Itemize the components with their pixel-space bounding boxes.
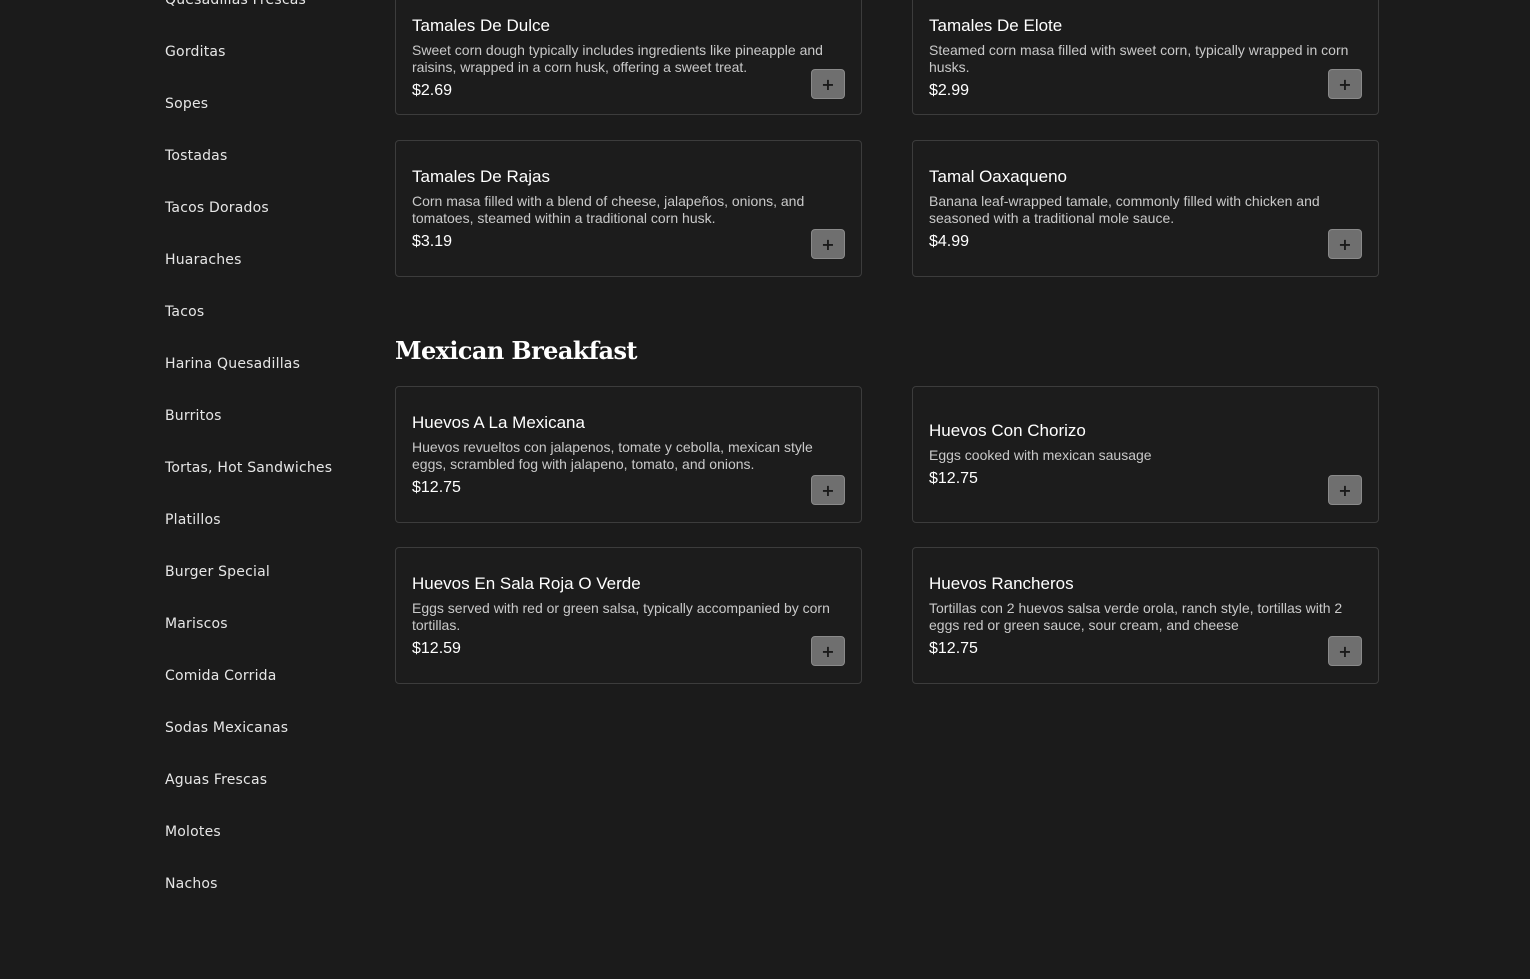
item-description: Eggs cooked with mexican sausage	[929, 447, 1152, 463]
add-item-button[interactable]: +	[1328, 636, 1362, 666]
item-description: Steamed corn masa filled with sweet corn…	[929, 41, 1349, 75]
plus-icon: +	[821, 74, 835, 94]
menu-item-card[interactable]: Huevos Rancheros Tortillas con 2 huevos …	[912, 547, 1379, 684]
sidebar-item-comida-corrida[interactable]: Comida Corrida	[165, 650, 375, 702]
item-price: $2.69	[412, 81, 453, 99]
sidebar-item-platillos[interactable]: Platillos	[165, 494, 375, 546]
sidebar-item-sopes[interactable]: Sopes	[165, 78, 375, 130]
item-title: Tamal Oaxaqueno	[929, 166, 1067, 186]
sidebar-item-burger-special[interactable]: Burger Special	[165, 546, 375, 598]
add-item-button[interactable]: +	[811, 475, 845, 505]
plus-icon: +	[821, 234, 835, 254]
sidebar-item-gorditas[interactable]: Gorditas	[165, 26, 375, 78]
sidebar-item-tacos-dorados[interactable]: Tacos Dorados	[165, 182, 375, 234]
item-title: Huevos Con Chorizo	[929, 421, 1086, 440]
menu-item-card[interactable]: Tamales De Elote Steamed corn masa fille…	[912, 0, 1379, 115]
item-description: Tortillas con 2 huevos salsa verde orola…	[929, 599, 1343, 633]
add-item-button[interactable]: +	[811, 69, 845, 99]
add-item-button[interactable]: +	[1328, 69, 1362, 99]
add-item-button[interactable]: +	[811, 229, 845, 259]
add-item-button[interactable]: +	[1328, 475, 1362, 505]
add-item-button[interactable]: +	[1328, 229, 1362, 259]
sidebar-item-quesadillas-frescas[interactable]: Quesadillas Frescas	[165, 0, 375, 26]
sidebar-item-mariscos[interactable]: Mariscos	[165, 598, 375, 650]
sidebar-item-molotes[interactable]: Molotes	[165, 806, 375, 858]
plus-icon: +	[821, 480, 835, 500]
item-title: Huevos A La Mexicana	[412, 412, 585, 432]
plus-icon: +	[821, 641, 835, 661]
item-description: Eggs served with red or green salsa, typ…	[412, 599, 830, 633]
sidebar-item-tacos[interactable]: Tacos	[165, 286, 375, 338]
item-description: Corn masa filled with a blend of cheese,…	[412, 192, 805, 226]
item-price: $4.99	[929, 232, 970, 250]
menu-item-card[interactable]: Huevos En Sala Roja O Verde Eggs served …	[395, 547, 862, 684]
sidebar-item-tortas-hot-sandwiches[interactable]: Tortas, Hot Sandwiches	[165, 442, 375, 494]
item-title: Huevos En Sala Roja O Verde	[412, 573, 641, 593]
plus-icon: +	[1338, 641, 1352, 661]
plus-icon: +	[1338, 74, 1352, 94]
category-sidebar: Quesadillas Frescas Gorditas Sopes Tosta…	[165, 0, 375, 910]
item-title: Tamales De Dulce	[412, 15, 550, 35]
plus-icon: +	[1338, 234, 1352, 254]
sidebar-item-sodas-mexicanas[interactable]: Sodas Mexicanas	[165, 702, 375, 754]
item-title: Tamales De Elote	[929, 15, 1063, 35]
menu-page: Quesadillas Frescas Gorditas Sopes Tosta…	[0, 0, 1530, 979]
item-price: $12.75	[929, 470, 978, 487]
menu-item-card[interactable]: Tamales De Dulce Sweet corn dough typica…	[395, 0, 862, 115]
plus-icon: +	[1338, 480, 1352, 500]
item-description: Huevos revueltos con jalapenos, tomate y…	[412, 438, 813, 472]
sidebar-item-harina-quesadillas[interactable]: Harina Quesadillas	[165, 338, 375, 390]
section-title-mexican-breakfast: Mexican Breakfast	[395, 336, 637, 365]
item-price: $12.59	[412, 639, 461, 657]
sidebar-item-tostadas[interactable]: Tostadas	[165, 130, 375, 182]
item-price: $12.75	[929, 639, 978, 657]
menu-item-card[interactable]: Huevos Con Chorizo Eggs cooked with mexi…	[912, 386, 1379, 523]
sidebar-item-burritos[interactable]: Burritos	[165, 390, 375, 442]
menu-item-card[interactable]: Tamal Oaxaqueno Banana leaf-wrapped tama…	[912, 140, 1379, 277]
sidebar-item-huaraches[interactable]: Huaraches	[165, 234, 375, 286]
item-price: $3.19	[412, 232, 453, 250]
add-item-button[interactable]: +	[811, 636, 845, 666]
sidebar-item-aguas-frescas[interactable]: Aguas Frescas	[165, 754, 375, 806]
menu-item-card[interactable]: Tamales De Rajas Corn masa filled with a…	[395, 140, 862, 277]
item-description: Banana leaf-wrapped tamale, commonly fil…	[929, 192, 1320, 226]
item-title: Huevos Rancheros	[929, 573, 1074, 593]
menu-item-card[interactable]: Huevos A La Mexicana Huevos revueltos co…	[395, 386, 862, 523]
item-price: $2.99	[929, 81, 970, 99]
item-title: Tamales De Rajas	[412, 166, 550, 186]
item-price: $12.75	[412, 478, 461, 496]
item-description: Sweet corn dough typically includes ingr…	[412, 41, 823, 75]
sidebar-item-nachos[interactable]: Nachos	[165, 858, 375, 910]
